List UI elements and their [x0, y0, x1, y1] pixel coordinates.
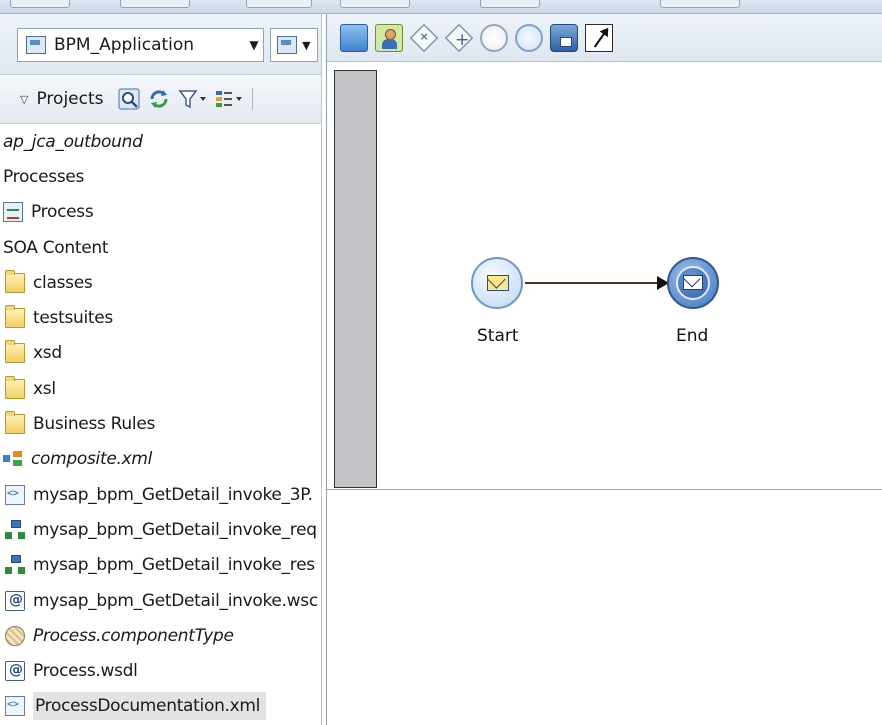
folder-icon [5, 269, 25, 293]
tree-item-label: Process.componentType [33, 625, 234, 646]
folder-icon [5, 340, 25, 364]
tree-item-selected[interactable]: ProcessDocumentation.xml [0, 689, 321, 724]
tree-item[interactable]: xsl [0, 371, 321, 406]
editor-lower-area [327, 490, 882, 725]
tree-item[interactable]: mysap_bpm_GetDetail_invoke.wsc [0, 583, 321, 618]
exclusive-gateway-icon[interactable] [409, 23, 439, 52]
tree-item[interactable]: composite.xml [0, 442, 321, 477]
folder-icon [5, 305, 25, 329]
user-task-icon[interactable] [375, 23, 403, 52]
tree-item[interactable]: mysap_bpm_GetDetail_invoke_3P. [0, 477, 321, 512]
folder-icon [5, 411, 25, 435]
annotation-icon[interactable] [550, 23, 578, 52]
diagram-canvas[interactable]: Start End [327, 62, 882, 490]
start-event-label: Start [477, 326, 519, 346]
project-tree: ap_jca_outbound Processes Process SOA Co… [0, 124, 321, 724]
tree-item[interactable]: xsd [0, 336, 321, 371]
application-menu-button[interactable]: ▼ [270, 28, 318, 62]
cut-tab[interactable] [340, 0, 410, 8]
end-event-icon[interactable] [515, 23, 543, 52]
xml-file-icon [5, 696, 25, 717]
end-message-event[interactable] [667, 257, 719, 309]
activity-icon[interactable] [340, 23, 368, 52]
tree-item[interactable]: classes [0, 265, 321, 300]
projects-toolbar: ▽ Projects [0, 74, 321, 124]
sequence-flow[interactable] [525, 282, 661, 284]
tree-item-label: Process.wsdl [33, 661, 138, 682]
cut-tab[interactable] [120, 0, 190, 8]
end-event-inner [676, 266, 710, 300]
tree-item-label: SOA Content [3, 237, 109, 258]
collapse-triangle-icon[interactable]: ▽ [20, 93, 28, 106]
projects-title: Projects [36, 89, 104, 109]
schema-icon [5, 555, 25, 575]
tree-item[interactable]: mysap_bpm_GetDetail_invoke_res [0, 548, 321, 583]
application-navigator: BPM_Application ▼ ▼ ▽ Projects ap_jca_ou… [0, 14, 322, 725]
component-palette [327, 14, 882, 62]
wsdl-file-icon [5, 590, 25, 611]
tree-item-label: mysap_bpm_GetDetail_invoke_req [33, 519, 317, 540]
toolbar-separator [251, 88, 253, 110]
cut-tab[interactable] [246, 0, 312, 8]
tree-item-label: classes [33, 272, 93, 293]
tree-item[interactable]: SOA Content [0, 230, 321, 265]
application-menu-icon [277, 36, 298, 54]
tree-item-label: composite.xml [31, 449, 153, 470]
tree-item[interactable]: mysap_bpm_GetDetail_invoke_req [0, 512, 321, 547]
cut-tab[interactable] [10, 0, 70, 8]
wsdl-file-icon [5, 661, 25, 682]
tree-item[interactable]: Processes [0, 159, 321, 194]
tree-item[interactable]: Process [0, 195, 321, 230]
composite-icon [3, 449, 23, 469]
tree-item[interactable]: Process.wsdl [0, 653, 321, 688]
cut-tab[interactable] [480, 0, 540, 8]
envelope-icon [487, 275, 509, 291]
application-selector[interactable]: BPM_Application ▼ [17, 28, 264, 62]
search-icon[interactable] [118, 88, 140, 110]
tree-item[interactable]: Business Rules [0, 406, 321, 441]
tree-item-label: mysap_bpm_GetDetail_invoke_res [33, 555, 315, 576]
filter-icon[interactable] [178, 88, 206, 110]
application-name: BPM_Application [54, 35, 195, 55]
tree-item-label: ProcessDocumentation.xml [33, 692, 267, 721]
tree-item[interactable]: testsuites [0, 300, 321, 335]
envelope-icon [683, 275, 703, 290]
parallel-gateway-icon[interactable] [444, 23, 474, 52]
tree-item-label: mysap_bpm_GetDetail_invoke_3P. [33, 484, 313, 505]
dropdown-arrow-icon[interactable]: ▼ [245, 38, 263, 52]
tree-item-label: Business Rules [33, 414, 156, 435]
window-top-strip [0, 0, 882, 14]
sort-options-icon[interactable] [214, 88, 242, 110]
cut-tab[interactable] [660, 0, 740, 8]
application-icon [26, 36, 46, 54]
process-editor: Start End [326, 14, 882, 725]
end-event-label: End [676, 326, 709, 346]
tree-item-label: xsd [33, 343, 62, 364]
folder-icon [5, 375, 25, 399]
tree-item[interactable]: Process.componentType [0, 618, 321, 653]
tree-item-label: xsl [33, 378, 56, 399]
refresh-icon[interactable] [148, 88, 170, 110]
swimlane-header[interactable] [334, 70, 377, 488]
schema-icon [5, 519, 25, 540]
tree-item-label: Process [31, 202, 94, 223]
tree-item-label: ap_jca_outbound [3, 131, 143, 152]
flow-connector-icon[interactable] [585, 23, 613, 52]
application-bar: BPM_Application ▼ ▼ [0, 14, 321, 74]
start-message-event[interactable] [471, 257, 523, 309]
tree-item-label: testsuites [33, 308, 113, 329]
tree-item[interactable]: ap_jca_outbound [0, 124, 321, 159]
tree-item-label: mysap_bpm_GetDetail_invoke.wsc [33, 590, 318, 611]
start-event-icon[interactable] [480, 23, 508, 52]
xml-file-icon [5, 484, 25, 505]
process-icon [3, 202, 23, 223]
tree-item-label: Processes [3, 166, 85, 187]
component-type-icon [5, 625, 25, 646]
dropdown-arrow-icon: ▼ [302, 38, 311, 52]
